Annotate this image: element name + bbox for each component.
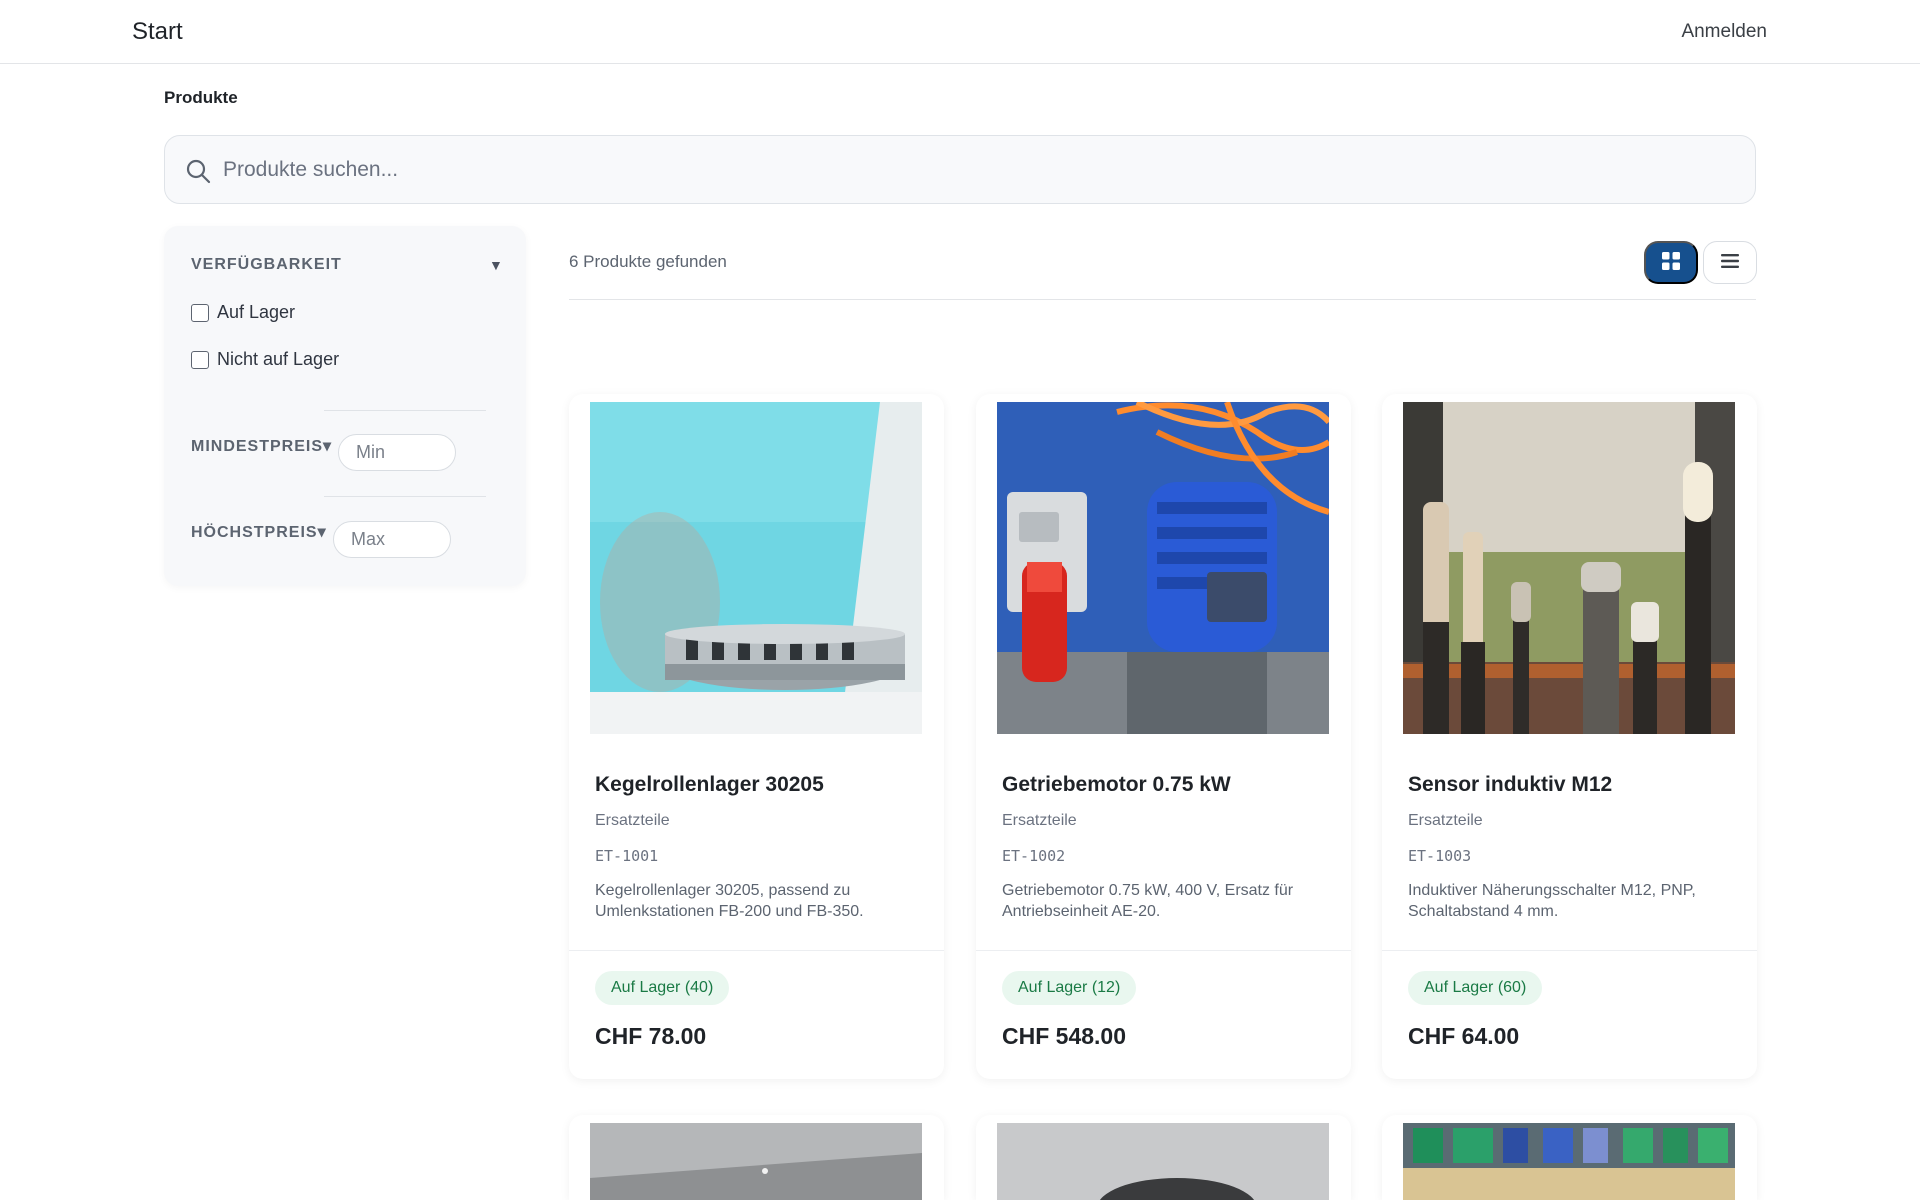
filter-option-label: Auf Lager <box>217 302 296 322</box>
filter-option-label: Nicht auf Lager <box>217 349 340 369</box>
product-image[interactable] <box>1403 402 1735 734</box>
product-card[interactable]: Sensor induktiv M12 Ersatzteile ET-1003 … <box>1382 394 1757 1079</box>
product-image[interactable] <box>590 402 922 734</box>
search-icon <box>185 158 211 184</box>
stock-badge: Auf Lager (12) <box>1002 971 1137 1005</box>
product-category: Ersatzteile <box>1002 812 1077 829</box>
product-price: CHF 548.00 <box>1002 1023 1127 1049</box>
filter-option-out-of-stock[interactable]: Nicht auf Lager <box>191 349 339 370</box>
product-price: CHF 64.00 <box>1408 1023 1520 1049</box>
search-bar <box>164 135 1756 204</box>
product-sku: ET-1001 <box>595 847 659 865</box>
product-image[interactable] <box>590 1123 922 1200</box>
min-price-input[interactable] <box>338 434 456 471</box>
out-of-stock-checkbox[interactable] <box>191 350 209 369</box>
grid-icon <box>1661 251 1681 274</box>
product-description: Getriebemotor 0.75 kW, 400 V, Ersatz für… <box>1002 882 1294 920</box>
divider <box>324 496 486 497</box>
list-icon <box>1720 252 1740 273</box>
login-link[interactable]: Anmelden <box>1681 21 1767 43</box>
divider <box>1382 950 1757 951</box>
stock-badge: Auf Lager (40) <box>595 971 730 1005</box>
product-image[interactable] <box>997 1123 1329 1200</box>
product-price: CHF 78.00 <box>595 1023 707 1049</box>
search-input[interactable] <box>223 148 1723 192</box>
breadcrumb: Produkte <box>164 88 238 107</box>
list-view-button[interactable] <box>1703 241 1757 284</box>
product-card[interactable] <box>569 1115 944 1200</box>
divider <box>569 299 1756 300</box>
top-navbar: Start Anmelden <box>0 0 1920 64</box>
product-card[interactable]: Getriebemotor 0.75 kW Ersatzteile ET-100… <box>976 394 1351 1079</box>
product-description: Induktiver Näherungsschalter M12, PNP, S… <box>1408 882 1696 920</box>
max-price-filter-heading[interactable]: HÖCHSTPREIS▾ <box>191 522 327 542</box>
product-title[interactable]: Getriebemotor 0.75 kW <box>1002 773 1231 797</box>
availability-filter-heading[interactable]: VERFÜGBARKEIT <box>191 256 342 274</box>
divider <box>976 950 1351 951</box>
product-title[interactable]: Kegelrollenlager 30205 <box>595 773 824 797</box>
product-sku: ET-1002 <box>1002 847 1066 865</box>
product-image[interactable] <box>1403 1123 1735 1200</box>
result-count: 6 Produkte gefunden <box>569 252 727 271</box>
divider <box>569 950 944 951</box>
product-category: Ersatzteile <box>595 812 670 829</box>
max-price-input[interactable] <box>333 521 451 558</box>
chevron-down-icon[interactable]: ▼ <box>489 257 503 273</box>
product-description: Kegelrollenlager 30205, passend zu Umlen… <box>595 882 864 920</box>
grid-view-button[interactable] <box>1644 241 1698 284</box>
stock-badge: Auf Lager (60) <box>1408 971 1543 1005</box>
product-image[interactable] <box>997 402 1329 734</box>
product-sku: ET-1003 <box>1408 847 1472 865</box>
brand-home-link[interactable]: Start <box>132 18 183 46</box>
product-card[interactable]: Kegelrollenlager 30205 Ersatzteile ET-10… <box>569 394 944 1079</box>
product-card[interactable] <box>1382 1115 1757 1200</box>
filter-sidebar: VERFÜGBARKEIT ▼ Auf Lager Nicht auf Lage… <box>164 226 526 586</box>
product-category: Ersatzteile <box>1408 812 1483 829</box>
product-title[interactable]: Sensor induktiv M12 <box>1408 773 1612 797</box>
divider <box>324 410 486 411</box>
in-stock-checkbox[interactable] <box>191 303 209 322</box>
min-price-filter-heading[interactable]: MINDESTPREIS▾ <box>191 436 332 456</box>
filter-option-in-stock[interactable]: Auf Lager <box>191 302 295 323</box>
product-card[interactable] <box>976 1115 1351 1200</box>
